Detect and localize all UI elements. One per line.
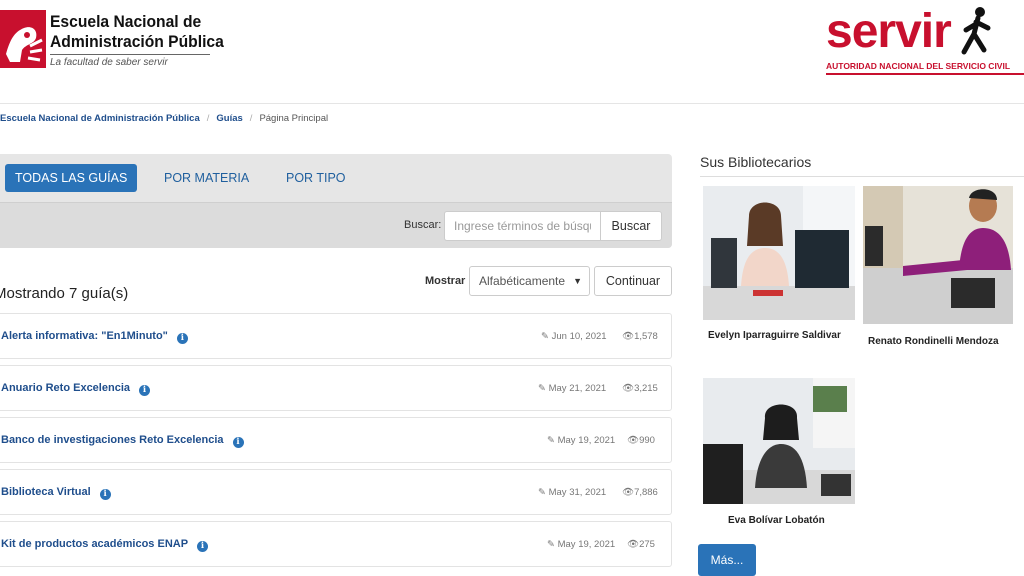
chevron-down-icon: ▼	[573, 276, 582, 286]
guide-views: 👁︎990	[627, 435, 655, 446]
breadcrumb-separator: /	[206, 113, 210, 124]
guide-views: 👁︎7,886	[622, 487, 658, 498]
search-input[interactable]	[444, 211, 600, 241]
guide-row[interactable]: Banco de investigaciones Reto Excelencia…	[0, 417, 672, 463]
guide-row[interactable]: Kit de productos académicos ENAP i ✎ May …	[0, 521, 672, 567]
guide-title-link[interactable]: Kit de productos académicos ENAP i	[1, 538, 209, 552]
edit-icon: ✎	[538, 383, 546, 394]
librarian-photo-image	[703, 186, 855, 320]
tab-por-tipo[interactable]: POR TIPO	[276, 164, 356, 192]
librarian-photo-image	[863, 186, 1013, 324]
breadcrumb: Escuela Nacional de Administración Públi…	[0, 113, 328, 124]
tab-todas-las-guias[interactable]: TODAS LAS GUÍAS	[5, 164, 138, 192]
sort-select-value: Alfabéticamente	[479, 274, 566, 288]
servir-subtitle: AUTORIDAD NACIONAL DEL SERVICIO CIVIL	[826, 61, 1024, 75]
eye-icon: 👁︎	[627, 435, 640, 446]
site-header: Escuela Nacional de Administración Públi…	[0, 0, 1024, 104]
guide-title-link[interactable]: Biblioteca Virtual i	[1, 486, 111, 500]
guide-updated-date: ✎ May 21, 2021	[538, 383, 607, 394]
more-librarians-button[interactable]: Más...	[698, 544, 756, 576]
sort-select[interactable]: Alfabéticamente ▼	[469, 266, 590, 296]
guide-views: 👁︎275	[627, 539, 655, 550]
breadcrumb-separator: /	[249, 113, 253, 124]
guide-views: 👁︎1,578	[622, 331, 658, 342]
guide-row[interactable]: Biblioteca Virtual i ✎ May 31, 2021 👁︎7,8…	[0, 469, 672, 515]
librarian-name[interactable]: Eva Bolívar Lobatón	[728, 515, 825, 526]
breadcrumb-home[interactable]: Escuela Nacional de Administración Públi…	[0, 113, 200, 124]
guide-title-link[interactable]: Anuario Reto Excelencia i	[1, 382, 150, 396]
servir-logo-wordmark[interactable]: servir	[826, 4, 952, 60]
guide-updated-date: ✎ Jun 10, 2021	[541, 331, 607, 342]
search-button[interactable]: Buscar	[600, 211, 662, 241]
brand-name-line1: Escuela Nacional de	[50, 12, 202, 31]
guide-title-link[interactable]: Banco de investigaciones Reto Excelencia…	[1, 434, 244, 448]
breadcrumb-guias[interactable]: Guías	[216, 113, 242, 124]
eye-icon: 👁︎	[627, 539, 640, 550]
sort-label: Mostrar	[425, 275, 466, 287]
search-label: Buscar:	[404, 219, 442, 231]
guide-updated-date: ✎ May 31, 2021	[538, 487, 607, 498]
guide-title-link[interactable]: Alerta informativa: "En1Minuto" i	[1, 330, 188, 344]
guide-row[interactable]: Anuario Reto Excelencia i ✎ May 21, 2021 …	[0, 365, 672, 411]
eye-icon: 👁︎	[622, 383, 635, 394]
librarian-photo[interactable]	[703, 186, 855, 320]
edit-icon: ✎	[541, 331, 549, 342]
breadcrumb-current: Página Principal	[259, 113, 329, 124]
librarian-photo[interactable]	[703, 378, 855, 504]
info-icon[interactable]: i	[99, 489, 111, 500]
librarian-name[interactable]: Renato Rondinelli Mendoza	[868, 336, 999, 347]
brand-name-line2: Administración Pública	[50, 32, 224, 51]
edit-icon: ✎	[547, 435, 555, 446]
brand-tagline: La facultad de saber servir	[50, 57, 168, 68]
eye-icon: 👁︎	[622, 331, 635, 342]
continue-button[interactable]: Continuar	[594, 266, 672, 296]
guide-views: 👁︎3,215	[622, 383, 658, 394]
guide-count: Mostrando 7 guía(s)	[0, 285, 129, 302]
tab-por-materia[interactable]: POR MATERIA	[154, 164, 259, 192]
librarian-name[interactable]: Evelyn Iparraguirre Saldivar	[708, 330, 841, 341]
info-icon[interactable]: i	[176, 333, 188, 344]
enap-logo-icon[interactable]	[0, 10, 46, 68]
sidebar-divider	[700, 176, 1024, 177]
edit-icon: ✎	[538, 487, 546, 498]
guide-tabs-panel: TODAS LAS GUÍAS POR MATERIA POR TIPO Bus…	[0, 154, 672, 248]
search-bar: Buscar: Buscar	[0, 202, 672, 248]
librarian-photo-image	[703, 378, 855, 504]
guide-row[interactable]: Alerta informativa: "En1Minuto" i ✎ Jun 1…	[0, 313, 672, 359]
info-icon[interactable]: i	[139, 385, 150, 396]
librarian-photo[interactable]	[863, 186, 1013, 324]
guide-updated-date: ✎ May 19, 2021	[547, 435, 616, 446]
guide-updated-date: ✎ May 19, 2021	[547, 539, 616, 550]
edit-icon: ✎	[547, 539, 555, 550]
librarians-heading: Sus Bibliotecarios	[700, 154, 812, 170]
info-icon[interactable]: i	[232, 437, 244, 448]
eye-icon: 👁︎	[622, 487, 635, 498]
brand-divider	[50, 54, 210, 55]
info-icon[interactable]: i	[197, 541, 209, 552]
servir-runner-icon	[961, 7, 991, 55]
